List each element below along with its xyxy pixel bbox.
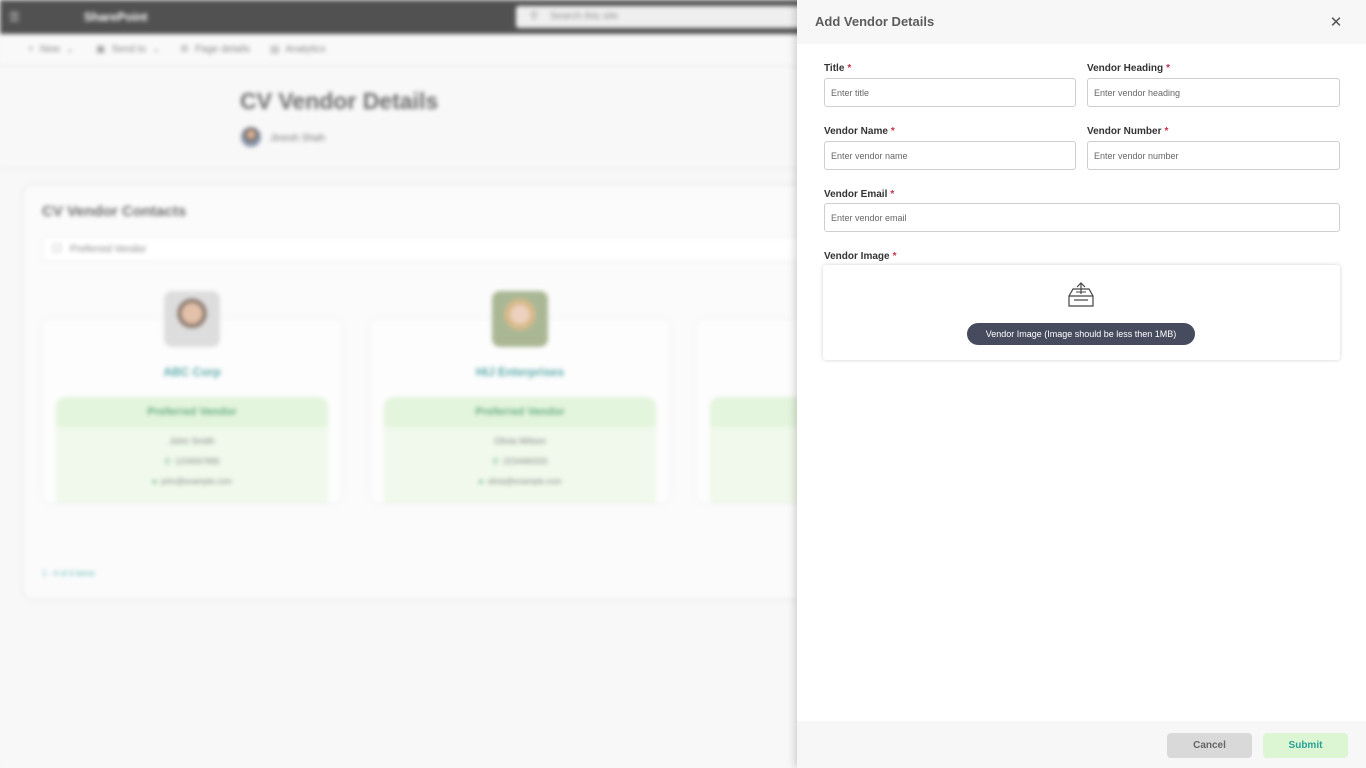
title-label-text: Title <box>824 63 845 74</box>
vendor-name-label-text: Vendor Name <box>824 126 888 137</box>
vendor-name-label: Vendor Name * <box>824 126 895 137</box>
required-marker: * <box>847 63 852 74</box>
close-button[interactable]: ✕ <box>1325 12 1347 32</box>
vendor-heading-input[interactable] <box>1087 78 1340 107</box>
vendor-heading-label-text: Vendor Heading <box>1087 63 1164 74</box>
panel-footer: Cancel Submit <box>797 721 1366 768</box>
required-marker: * <box>1164 126 1169 137</box>
required-marker: * <box>892 251 897 262</box>
vendor-image-label-text: Vendor Image <box>824 251 890 262</box>
title-input[interactable] <box>824 78 1076 107</box>
required-marker: * <box>890 189 895 200</box>
vendor-number-label-text: Vendor Number <box>1087 126 1162 137</box>
title-label: Title * <box>824 63 851 74</box>
vendor-number-label: Vendor Number * <box>1087 126 1168 137</box>
upload-hint: Vendor Image (Image should be less then … <box>967 323 1195 345</box>
add-vendor-panel: Add Vendor Details ✕ Title* Vendor Headi… <box>797 0 1366 768</box>
submit-button[interactable]: Submit <box>1263 733 1348 758</box>
vendor-email-input[interactable] <box>824 203 1340 232</box>
vendor-email-label: Vendor Email * <box>824 189 894 200</box>
vendor-number-input[interactable] <box>1087 141 1340 170</box>
vendor-image-label: Vendor Image * <box>824 251 896 262</box>
vendor-heading-label: Vendor Heading * <box>1087 63 1170 74</box>
required-marker: * <box>1166 63 1171 74</box>
panel-title: Add Vendor Details <box>815 14 935 29</box>
upload-tray-icon <box>1068 282 1094 307</box>
panel-header: Add Vendor Details ✕ <box>797 0 1366 44</box>
vendor-email-label-text: Vendor Email <box>824 189 888 200</box>
vendor-image-dropzone[interactable]: Vendor Image (Image should be less then … <box>823 265 1340 360</box>
cancel-button[interactable]: Cancel <box>1167 733 1252 758</box>
required-marker: * <box>890 126 895 137</box>
overlay-backdrop[interactable] <box>0 0 797 768</box>
vendor-name-input[interactable] <box>824 141 1076 170</box>
